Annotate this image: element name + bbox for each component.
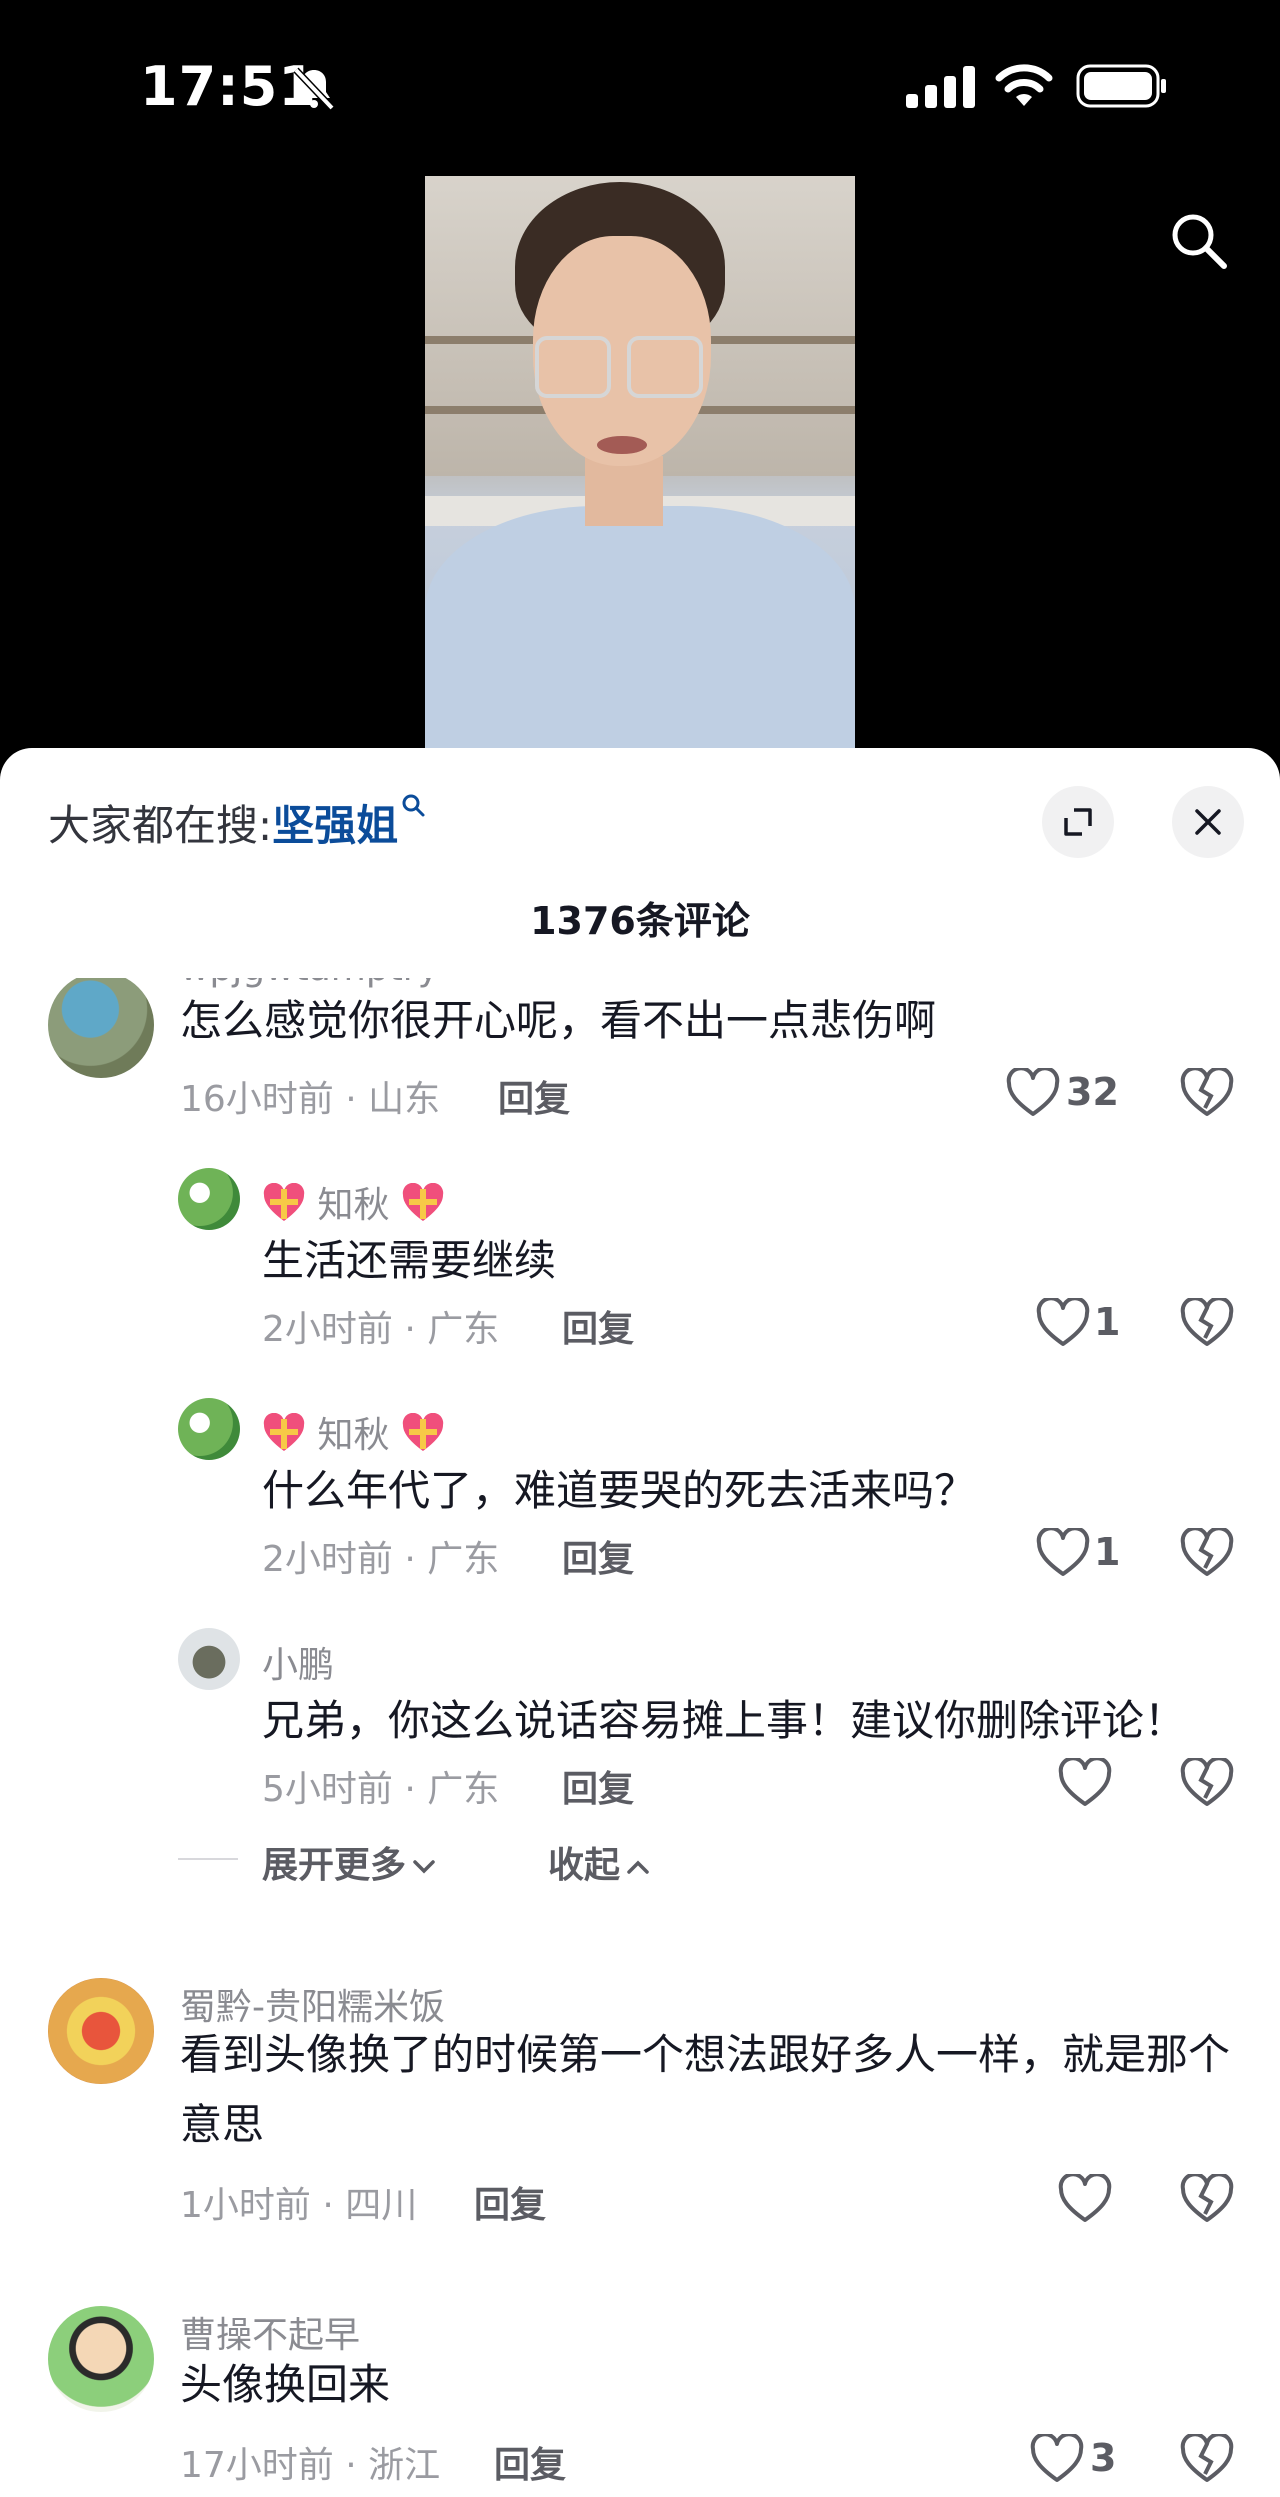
comment-text[interactable]: 兄弟，你这么说话容易摊上事！建议你删除评论！ — [262, 1686, 1280, 1756]
comment-meta: 1小时前 · 四川 — [180, 2185, 418, 2226]
replies-toggle-row: 展开更多 收起 — [0, 1828, 1280, 1888]
like-count: 1 — [1094, 1300, 1121, 1344]
expand-icon — [1064, 808, 1092, 836]
avatar[interactable] — [178, 1628, 240, 1690]
broken-heart-icon[interactable] — [1180, 1758, 1234, 1808]
video-person-shirt — [425, 506, 855, 748]
broken-heart-icon[interactable] — [1180, 2434, 1234, 2484]
reply-button[interactable]: 回复 — [562, 1760, 634, 1812]
broken-heart-icon[interactable] — [1180, 1298, 1234, 1348]
collapse-button[interactable]: 收起 — [548, 1836, 652, 1888]
broken-heart-icon[interactable] — [1180, 1528, 1234, 1578]
comment-text[interactable]: 头像换回来 — [180, 2350, 1240, 2420]
comment-text[interactable]: 怎么感觉你很开心呢，看不出一点悲伤啊 — [180, 986, 1240, 1056]
heart-emoji-icon — [263, 1183, 305, 1221]
bell-muted-icon — [293, 67, 335, 111]
like-count: 1 — [1094, 1530, 1121, 1574]
video-person-glasses — [627, 336, 703, 398]
comment-list[interactable]: wpjgwtamptry 怎么感觉你很开心呢，看不出一点悲伤啊 16小时前 · … — [0, 978, 1280, 2497]
trending-label: 大家都在搜: — [48, 801, 273, 850]
expand-more-button[interactable]: 展开更多 — [262, 1836, 438, 1888]
comment-username[interactable]: 知秋 — [262, 1406, 445, 1458]
heart-icon[interactable] — [1036, 1528, 1090, 1578]
close-button[interactable] — [1172, 786, 1244, 858]
avatar[interactable] — [178, 1398, 240, 1460]
video-person-neck — [585, 456, 663, 526]
comment-text[interactable]: 看到头像换了的时候第一个想法跟好多人一样，就是那个意思 — [180, 2020, 1240, 2160]
reply-button[interactable]: 回复 — [494, 2436, 566, 2488]
reply-button[interactable]: 回复 — [562, 1530, 634, 1582]
chevron-up-icon — [627, 1860, 649, 1874]
reply-button[interactable]: 回复 — [498, 1070, 570, 1122]
comment-meta: 16小时前 · 山东 — [180, 1079, 441, 1120]
wifi-icon — [995, 64, 1053, 106]
comment-meta: 5小时前 · 广东 — [262, 1769, 500, 1810]
divider — [178, 1858, 238, 1860]
comment-meta: 2小时前 · 广东 — [262, 1539, 500, 1580]
username-text: 知秋 — [317, 1415, 390, 1456]
heart-emoji-icon — [402, 1183, 444, 1221]
avatar[interactable] — [48, 978, 154, 1078]
reply-button[interactable]: 回复 — [474, 2176, 546, 2228]
collapse-label: 收起 — [548, 1845, 621, 1886]
heart-emoji-icon — [263, 1413, 305, 1451]
comment-username[interactable]: 知秋 — [262, 1176, 445, 1228]
reply-button[interactable]: 回复 — [562, 1300, 634, 1352]
video-person-glasses — [535, 336, 611, 398]
comment-count: 1376条评论 — [530, 899, 750, 943]
comment-text[interactable]: 生活还需要继续 — [262, 1226, 1280, 1296]
battery-icon — [1076, 64, 1166, 108]
chevron-down-icon — [413, 1860, 435, 1874]
like-count: 32 — [1066, 1070, 1119, 1114]
status-bar: 17:51 — [0, 0, 1280, 170]
trending-keyword[interactable]: 坚强姐 — [272, 801, 398, 850]
search-icon[interactable] — [1166, 208, 1230, 272]
video-person-mouth — [597, 436, 647, 454]
heart-icon[interactable] — [1030, 2434, 1084, 2484]
comment-meta: 17小时前 · 浙江 — [180, 2445, 441, 2486]
expand-button[interactable] — [1042, 786, 1114, 858]
heart-emoji-icon — [402, 1413, 444, 1451]
avatar[interactable] — [48, 1978, 154, 2084]
comment-meta: 2小时前 · 广东 — [262, 1309, 500, 1350]
signal-icon — [906, 66, 975, 108]
like-count: 3 — [1090, 2436, 1117, 2480]
close-icon — [1195, 809, 1221, 835]
comment-sheet: 大家都在搜:坚强姐 1376条评论 wpjgwtamptry 怎么感觉你很开心呢… — [0, 748, 1280, 2497]
search-icon — [402, 794, 425, 817]
comment-text[interactable]: 什么年代了，难道要哭的死去活来吗？ — [262, 1456, 1280, 1526]
heart-icon[interactable] — [1006, 1068, 1060, 1118]
heart-icon[interactable] — [1058, 1758, 1112, 1808]
heart-icon[interactable] — [1058, 2174, 1112, 2224]
heart-icon[interactable] — [1036, 1298, 1090, 1348]
broken-heart-icon[interactable] — [1180, 2174, 1234, 2224]
expand-more-label: 展开更多 — [262, 1845, 407, 1886]
trending-search[interactable]: 大家都在搜:坚强姐 — [48, 792, 426, 853]
avatar[interactable] — [178, 1168, 240, 1230]
video-player[interactable] — [425, 176, 855, 748]
username-text: 知秋 — [317, 1185, 390, 1226]
avatar[interactable] — [48, 2306, 154, 2412]
broken-heart-icon[interactable] — [1180, 1068, 1234, 1118]
comment-username[interactable]: 小鹏 — [262, 1636, 334, 1688]
